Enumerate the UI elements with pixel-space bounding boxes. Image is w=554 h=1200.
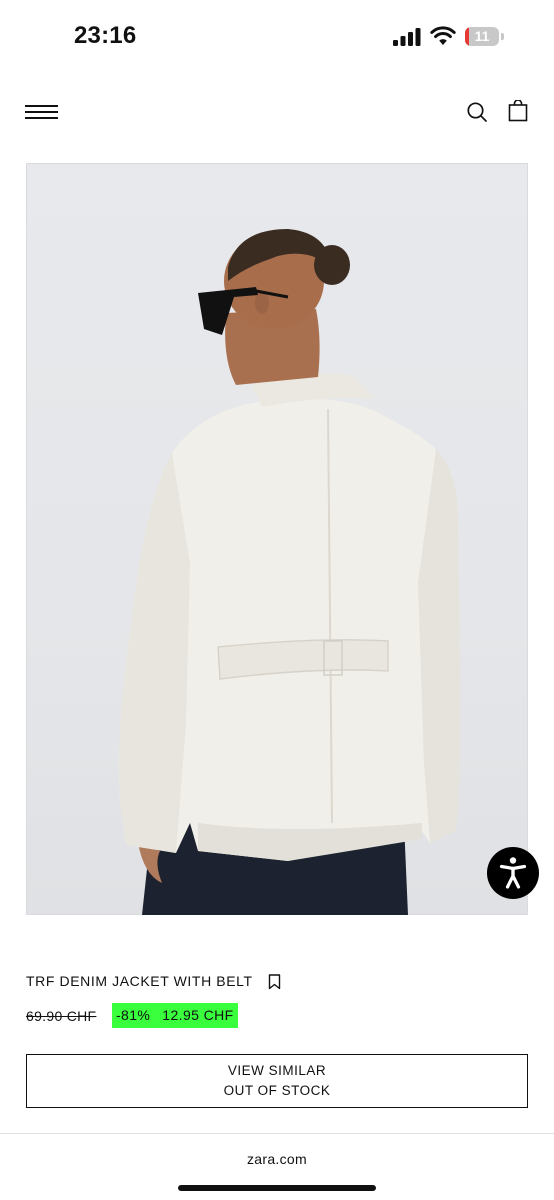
view-similar-button[interactable]: VIEW SIMILAR OUT OF STOCK — [26, 1054, 528, 1108]
battery-cap — [501, 33, 504, 40]
search-icon[interactable] — [466, 101, 488, 123]
signal-icon — [393, 28, 421, 46]
product-photo — [119, 229, 461, 915]
status-time: 23:16 — [74, 22, 137, 49]
view-similar-label: VIEW SIMILAR — [227, 1063, 327, 1078]
battery-percentage: 11 — [474, 28, 490, 44]
accessibility-icon — [499, 857, 527, 889]
accessibility-button[interactable] — [487, 847, 539, 899]
product-name: TRF DENIM JACKET WITH BELT — [26, 973, 253, 989]
sale-price-badge: -81% 12.95 CHF — [112, 1003, 238, 1028]
discount-percentage: -81% — [116, 1007, 151, 1023]
browser-address-bar[interactable]: zara.com — [0, 1133, 554, 1200]
product-page: 23:16 11 TRF DENIM JACKET WITH BELT 69.9… — [0, 0, 554, 1200]
bookmark-icon[interactable] — [268, 974, 281, 990]
url-label[interactable]: zara.com — [0, 1151, 554, 1167]
home-indicator[interactable] — [178, 1185, 376, 1191]
sale-price: 12.95 CHF — [162, 1007, 234, 1023]
battery-icon: 11 — [465, 27, 499, 46]
bag-icon[interactable] — [508, 100, 528, 122]
wifi-icon — [430, 26, 456, 45]
menu-icon[interactable] — [25, 103, 58, 121]
product-image[interactable] — [26, 163, 528, 915]
status-bar: 23:16 11 — [0, 0, 554, 74]
old-price: 69.90 CHF — [26, 1008, 97, 1024]
out-of-stock-label: OUT OF STOCK — [223, 1083, 331, 1098]
